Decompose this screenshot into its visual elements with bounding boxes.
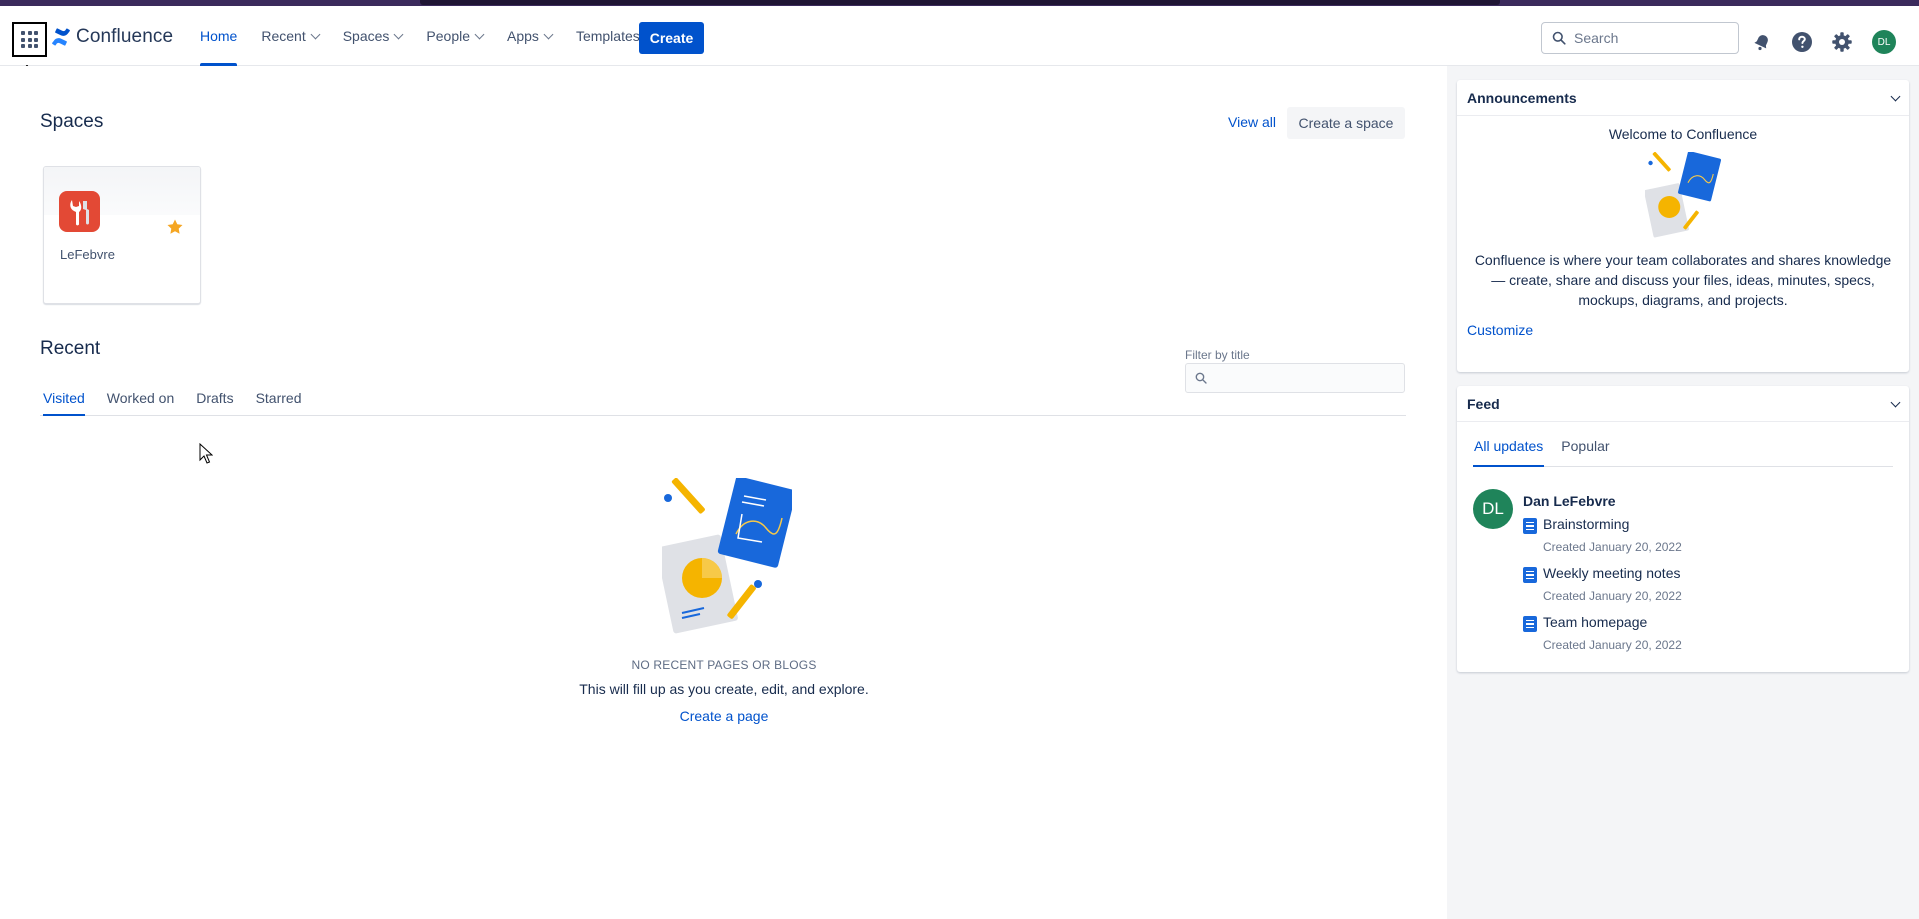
nav-home-label: Home <box>200 28 238 44</box>
chevron-down-icon[interactable] <box>1890 397 1901 407</box>
confluence-logo[interactable]: Confluence <box>52 26 173 48</box>
create-page-link[interactable]: Create a page <box>540 708 908 724</box>
announcement-text: Confluence is where your team collaborat… <box>1474 252 1892 308</box>
feed-item-title[interactable]: Weekly meeting notes <box>1543 565 1682 581</box>
logo-text: Confluence <box>76 26 174 47</box>
nav-people[interactable]: People <box>414 6 495 66</box>
chevron-down-icon[interactable] <box>1890 91 1901 101</box>
tab-starred[interactable]: Starred <box>253 388 305 415</box>
confluence-logo-icon <box>52 28 70 46</box>
empty-state-text: This will fill up as you create, edit, a… <box>579 681 869 697</box>
feed-item-meta: Created January 20, 2022 <box>1543 638 1682 652</box>
feed-user-name[interactable]: Dan LeFebvre <box>1523 493 1616 509</box>
feed-panel: Feed All updates Popular DL Dan LeFebvre… <box>1457 386 1909 672</box>
nav-spaces-label: Spaces <box>342 28 390 44</box>
notifications-button[interactable] <box>1750 30 1774 54</box>
tab-all-updates[interactable]: All updates <box>1473 438 1545 467</box>
page-icon <box>1523 518 1537 534</box>
view-all-link[interactable]: View all <box>1228 114 1276 130</box>
nav-apps[interactable]: Apps <box>495 6 564 66</box>
app-switcher-button[interactable] <box>12 22 47 57</box>
space-name: LeFebvre <box>60 247 115 262</box>
search-icon <box>1552 31 1566 45</box>
feed-item: Team homepage Created January 20, 2022 <box>1523 614 1682 652</box>
settings-icon <box>1832 32 1852 52</box>
feed-item-title[interactable]: Team homepage <box>1543 614 1682 630</box>
chevron-down-icon <box>474 29 485 40</box>
customize-link[interactable]: Customize <box>1457 310 1909 346</box>
help-icon <box>1792 32 1812 52</box>
feed-entry: DL Dan LeFebvre Brainstorming Created Jan… <box>1457 467 1909 652</box>
feed-item: Brainstorming Created January 20, 2022 <box>1523 516 1682 554</box>
spaces-heading: Spaces <box>40 111 104 132</box>
feed-item: Weekly meeting notes Created January 20, … <box>1523 565 1682 603</box>
search-input[interactable] <box>1574 30 1724 46</box>
feed-header[interactable]: Feed <box>1457 386 1909 422</box>
top-navigation: Confluence Home Recent Spaces People App… <box>0 6 1919 66</box>
recent-tabs: Visited Worked on Drafts Starred <box>40 388 1406 416</box>
search-icon <box>1195 372 1207 384</box>
space-avatar <box>59 191 100 232</box>
announcements-header[interactable]: Announcements <box>1457 80 1909 116</box>
feed-title: Feed <box>1467 395 1500 412</box>
welcome-heading: Welcome to Confluence <box>1608 126 1758 142</box>
notifications-icon <box>1754 35 1768 51</box>
app-grid-icon <box>21 31 38 48</box>
announcements-title: Announcements <box>1467 89 1577 106</box>
nav-spaces[interactable]: Spaces <box>331 6 415 66</box>
create-space-button[interactable]: Create a space <box>1287 107 1405 139</box>
space-card[interactable]: LeFebvre <box>43 166 201 304</box>
nav-people-label: People <box>426 28 471 44</box>
recent-heading: Recent <box>40 338 101 359</box>
announcements-panel: Announcements Welcome to Confluence Conf… <box>1457 80 1909 372</box>
star-icon[interactable] <box>166 218 184 236</box>
feed-item-title[interactable]: Brainstorming <box>1543 516 1682 532</box>
empty-state-illustration <box>662 478 792 634</box>
chevron-down-icon <box>543 29 554 40</box>
tab-popular[interactable]: Popular <box>1560 438 1610 466</box>
nav-home[interactable]: Home <box>188 6 249 66</box>
chevron-down-icon <box>310 29 321 40</box>
nav-recent-label: Recent <box>261 28 306 44</box>
page-icon <box>1523 567 1537 583</box>
feed-item-meta: Created January 20, 2022 <box>1543 589 1682 603</box>
empty-state-title: NO RECENT PAGES OR BLOGS <box>631 658 817 672</box>
create-button[interactable]: Create <box>639 22 704 54</box>
page-icon <box>1523 616 1537 632</box>
feed-item-meta: Created January 20, 2022 <box>1543 540 1682 554</box>
avatar[interactable]: DL <box>1473 489 1513 529</box>
feed-tabs: All updates Popular <box>1473 438 1893 467</box>
window-top-strip-inner <box>420 0 1500 5</box>
chevron-down-icon <box>393 29 404 40</box>
nav-apps-label: Apps <box>507 28 539 44</box>
search-box[interactable] <box>1541 22 1739 54</box>
tools-icon <box>69 199 89 225</box>
mouse-cursor-icon <box>199 443 213 464</box>
nav-recent[interactable]: Recent <box>249 6 330 66</box>
tab-worked-on[interactable]: Worked on <box>104 388 177 415</box>
help-button[interactable] <box>1790 30 1814 54</box>
profile-avatar[interactable]: DL <box>1872 30 1896 54</box>
nav-templates-label: Templates <box>575 28 640 44</box>
primary-nav: Home Recent Spaces People Apps Templates <box>188 6 652 66</box>
settings-button[interactable] <box>1830 30 1854 54</box>
welcome-illustration <box>1645 152 1721 238</box>
filter-label: Filter by title <box>1185 348 1250 362</box>
tab-drafts[interactable]: Drafts <box>193 388 236 415</box>
tab-visited[interactable]: Visited <box>40 388 88 416</box>
